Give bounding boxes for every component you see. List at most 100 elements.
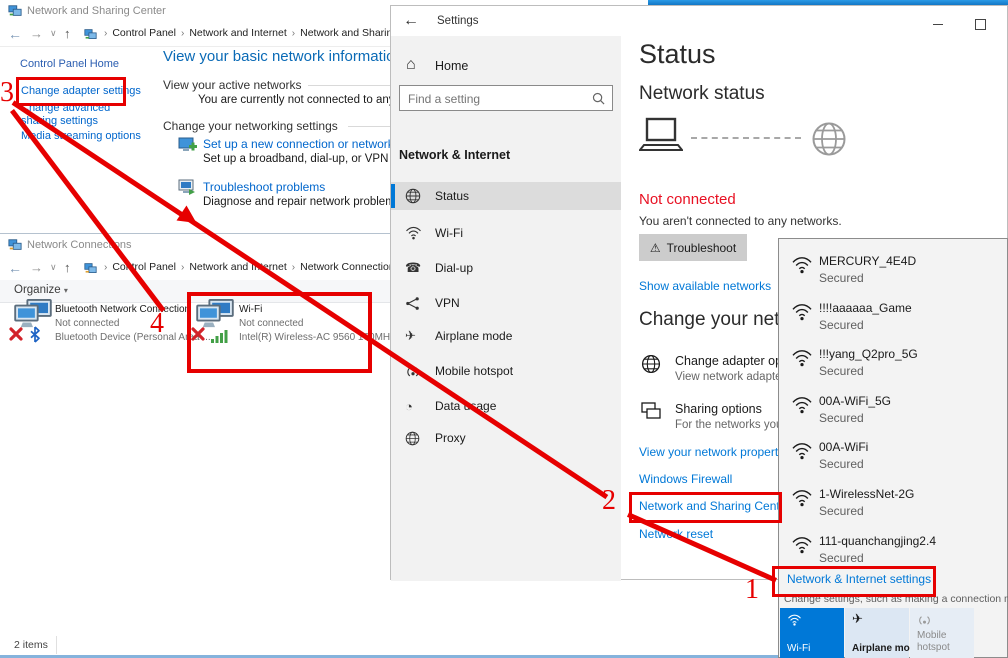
- sharing-options-link[interactable]: Sharing options: [675, 402, 762, 416]
- forward-icon[interactable]: →: [30, 260, 43, 275]
- wifi-network-item[interactable]: 00A-WiFi_5G Secured: [779, 392, 1007, 436]
- chevron-right-icon: ›: [176, 28, 189, 39]
- recent-pages-icon[interactable]: ∨: [50, 262, 57, 273]
- windows-firewall-link[interactable]: Windows Firewall: [639, 472, 732, 486]
- wifi-network-item[interactable]: !!!yang_Q2pro_5G Secured: [779, 345, 1007, 389]
- wifi-icon: [791, 442, 813, 460]
- nsc-window-title: Network and Sharing Center: [27, 5, 166, 17]
- security-label: Secured: [819, 457, 864, 471]
- not-connected-desc: You aren't connected to any networks.: [639, 214, 842, 228]
- sidebar-item-home[interactable]: ⌂ Home: [391, 54, 621, 80]
- sidebar-item-vpn[interactable]: VPN: [391, 289, 621, 317]
- organize-menu[interactable]: Organize ▾: [14, 284, 68, 296]
- ssid: 00A-WiFi: [819, 440, 868, 454]
- up-icon[interactable]: ↑: [64, 260, 71, 275]
- airplane-icon: ✈: [852, 611, 863, 627]
- desktop: Network and Sharing Center ← → ∨ ↑ › Con…: [0, 0, 1008, 658]
- wifi-icon: [791, 256, 813, 274]
- bluetooth-icon: [29, 326, 41, 343]
- nc-location-icon: [84, 262, 97, 275]
- ssid: !!!!aaaaaa_Game: [819, 301, 912, 315]
- change-settings-label: Change your networking settings: [163, 119, 338, 133]
- security-label: Secured: [819, 364, 864, 378]
- wifi-icon: [787, 614, 802, 626]
- close-button[interactable]: [1001, 12, 1008, 36]
- sidebar-item-label: Wi-Fi: [435, 226, 463, 240]
- task-troubleshoot-link[interactable]: Troubleshoot problems: [203, 180, 325, 194]
- adapter-status: Not connected: [55, 318, 120, 329]
- tile-label: Wi-Fi: [787, 643, 810, 654]
- sidebar-item-wifi[interactable]: Wi-Fi: [391, 219, 621, 247]
- breadcrumb-control-panel[interactable]: Control Panel: [112, 27, 176, 39]
- new-connection-icon: [177, 137, 197, 155]
- ssid: !!!yang_Q2pro_5G: [819, 347, 918, 361]
- network-status-heading: Network status: [639, 83, 765, 105]
- search-icon[interactable]: [592, 92, 605, 105]
- settings-back-icon[interactable]: ←: [403, 12, 419, 30]
- sidebar-item-data-usage[interactable]: ◔ Data usage: [391, 392, 621, 420]
- search-input[interactable]: [406, 89, 585, 109]
- proxy-globe-icon: [405, 431, 435, 446]
- troubleshoot-tasks-icon: [177, 179, 197, 197]
- wifi-icon: [791, 349, 813, 367]
- annotation-box-network-sharing-center: [629, 492, 782, 523]
- security-label: Secured: [819, 551, 864, 565]
- settings-search-box: [399, 85, 613, 111]
- sidebar-item-label: Dial-up: [435, 261, 473, 275]
- annotation-number-2: 2: [602, 487, 616, 515]
- sidebar-item-dialup[interactable]: ☎ Dial-up: [391, 254, 621, 282]
- sidebar-item-label: Status: [435, 189, 469, 203]
- sidebar-item-mobile-hotspot[interactable]: Mobile hotspot: [391, 357, 621, 385]
- chevron-right-icon: ›: [176, 262, 189, 273]
- wifi-network-item[interactable]: MERCURY_4E4D Secured: [779, 252, 1007, 296]
- sidebar-item-airplane-mode[interactable]: ✈ Airplane mode: [391, 322, 621, 350]
- troubleshoot-label: Troubleshoot: [667, 241, 737, 255]
- data-usage-pie-icon: ◔: [405, 399, 435, 414]
- minimize-button[interactable]: [919, 12, 957, 36]
- security-label: Secured: [819, 411, 864, 425]
- items-count: 2 items: [14, 639, 48, 651]
- breadcrumb-network-connections[interactable]: Network Connections: [300, 261, 400, 273]
- show-available-networks-link[interactable]: Show available networks: [639, 279, 771, 293]
- troubleshoot-button[interactable]: ⚠ Troubleshoot: [639, 234, 747, 261]
- ssid: 111-quanchangjing2.4: [819, 534, 936, 548]
- annotation-number-4: 4: [150, 310, 164, 338]
- wifi-network-item[interactable]: 1-WirelessNet-2G Secured: [779, 485, 1007, 529]
- task-new-connection-link[interactable]: Set up a new connection or network: [203, 137, 394, 151]
- sidebar-item-label: Proxy: [435, 431, 466, 445]
- recent-pages-icon[interactable]: ∨: [50, 28, 57, 39]
- home-label: Home: [435, 59, 468, 73]
- chevron-right-icon: ›: [287, 28, 300, 39]
- wifi-network-item[interactable]: 00A-WiFi Secured: [779, 438, 1007, 482]
- wifi-icon: [791, 396, 813, 414]
- wifi-toggle-tile[interactable]: Wi-Fi: [780, 608, 844, 658]
- annotation-number-1: 1: [745, 576, 759, 604]
- sidebar-item-label: Mobile hotspot: [435, 364, 513, 378]
- breadcrumb-control-panel[interactable]: Control Panel: [112, 261, 176, 273]
- dialup-phone-icon: ☎: [405, 260, 435, 276]
- wifi-network-item[interactable]: !!!!aaaaaa_Game Secured: [779, 299, 1007, 343]
- mobile-hotspot-tile[interactable]: Mobile hotspot: [910, 608, 974, 658]
- back-icon[interactable]: ←: [8, 260, 22, 276]
- sidebar-item-status[interactable]: Status: [391, 182, 621, 210]
- annotation-number-3: 3: [0, 79, 14, 107]
- airplane-mode-tile[interactable]: ✈ Airplane mode: [845, 608, 909, 658]
- settings-section-title: Network & Internet: [399, 148, 510, 162]
- laptop-icon: [639, 117, 683, 155]
- sidebar-item-label: VPN: [435, 296, 460, 310]
- chevron-right-icon: ›: [99, 28, 112, 39]
- up-icon[interactable]: ↑: [64, 26, 71, 41]
- forward-icon[interactable]: →: [30, 26, 43, 41]
- view-network-properties-link[interactable]: View your network properties: [639, 445, 794, 459]
- not-connected-status: Not connected: [639, 191, 736, 208]
- adapter-options-globe-icon: [641, 354, 661, 374]
- settings-sidebar: ⌂ Home Network & Internet Status: [391, 36, 621, 581]
- wifi-icon: [405, 226, 435, 240]
- sidebar-item-media-streaming[interactable]: Media streaming options: [21, 130, 141, 142]
- back-icon[interactable]: ←: [8, 26, 22, 42]
- connection-dashed-line: [691, 137, 801, 139]
- maximize-button[interactable]: [961, 12, 999, 36]
- internet-globe-icon: [811, 121, 847, 157]
- sidebar-item-control-panel-home[interactable]: Control Panel Home: [20, 58, 119, 70]
- breadcrumb-network-internet[interactable]: Network and Internet: [189, 27, 286, 39]
